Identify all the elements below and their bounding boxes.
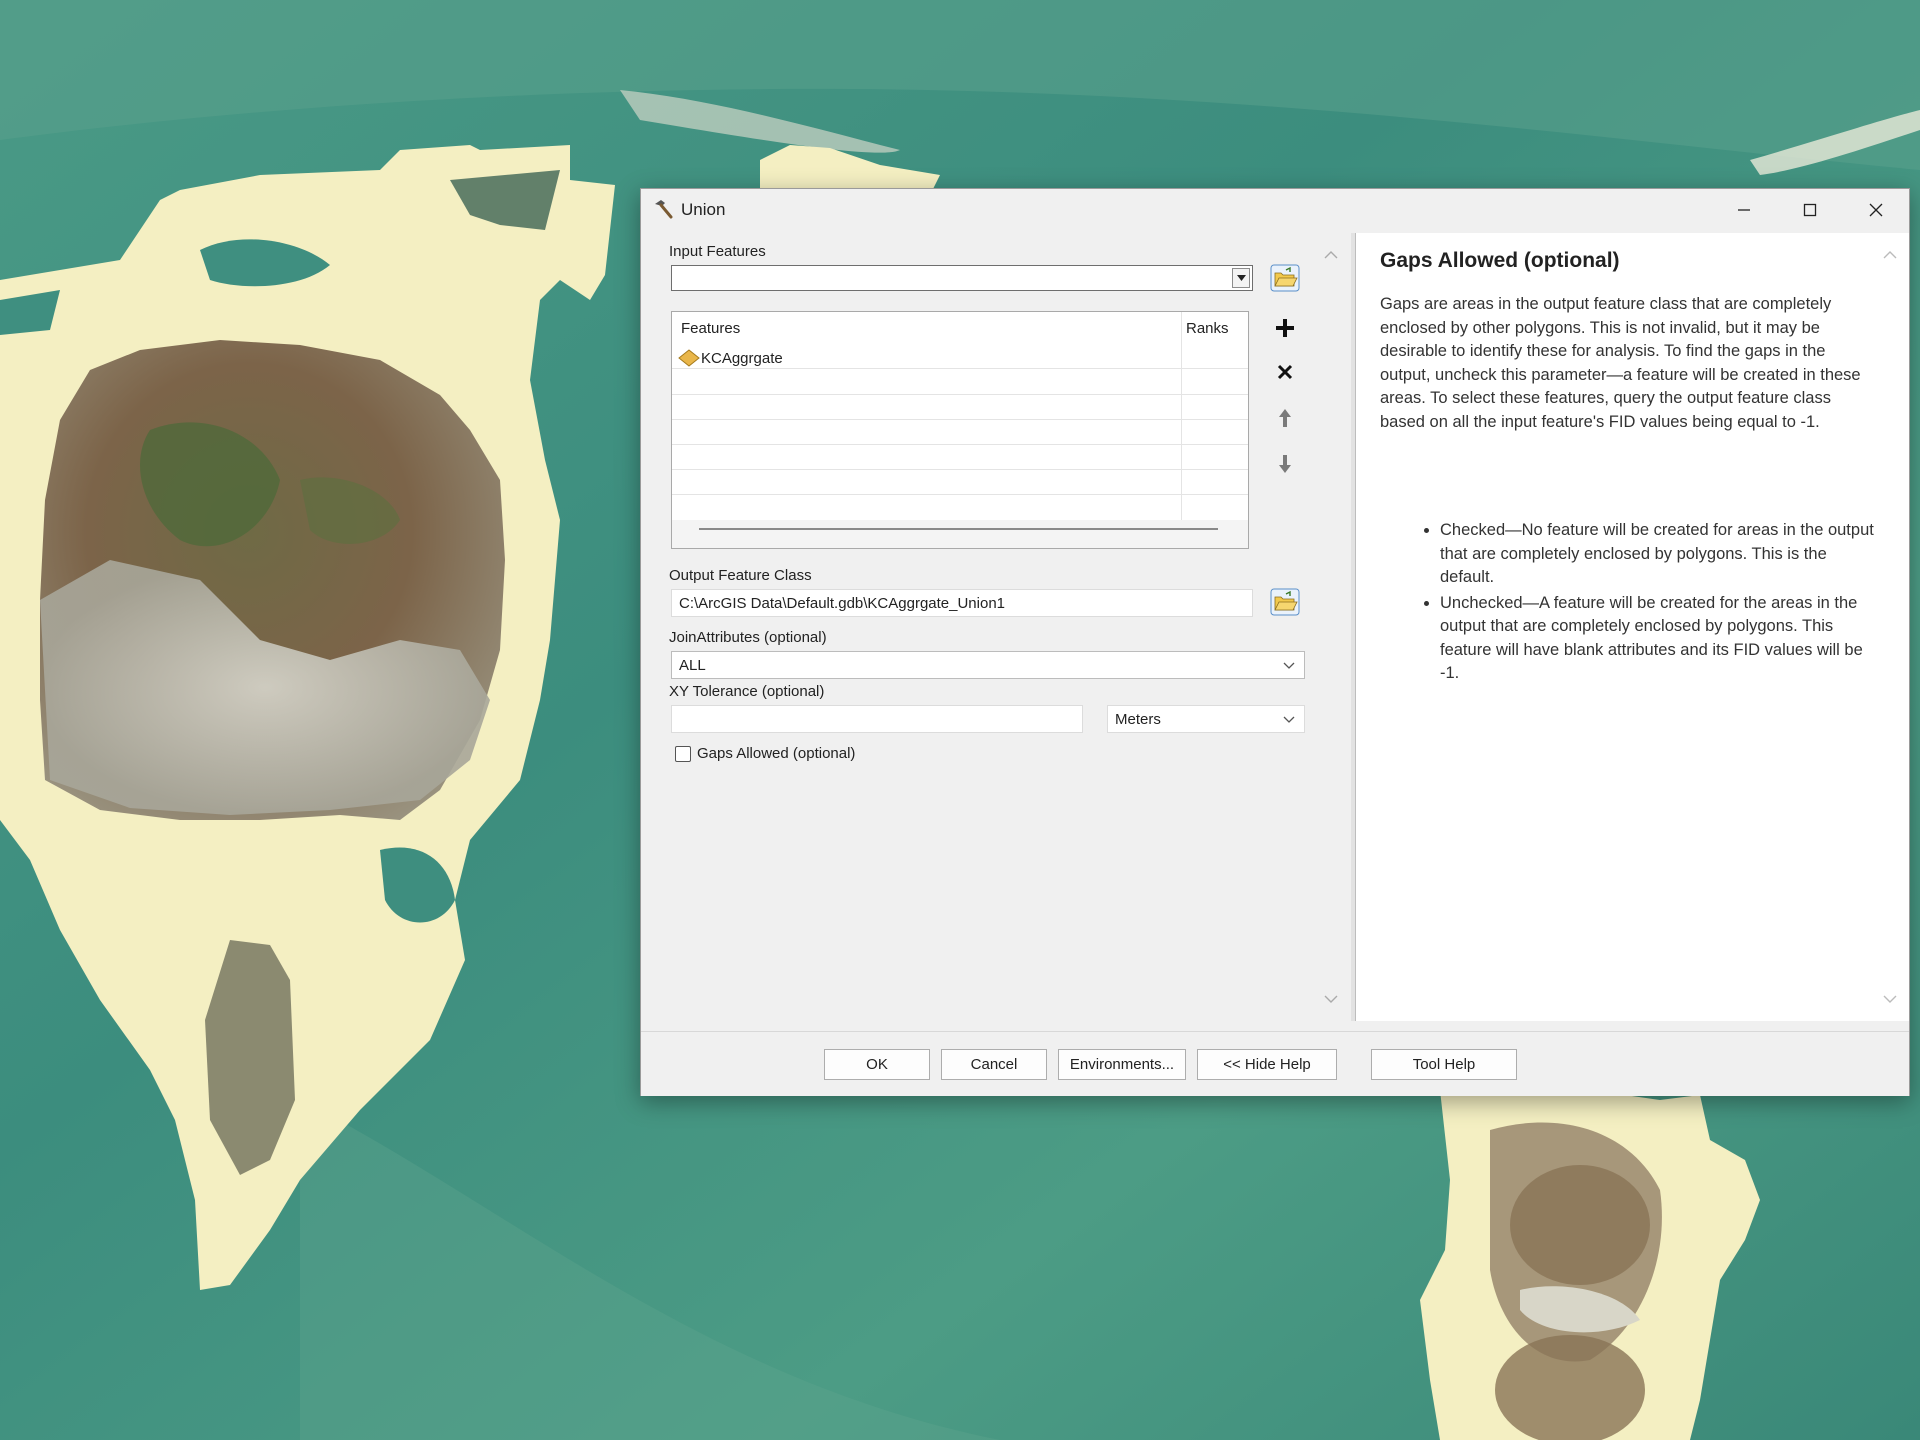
dialog-footer: OK Cancel Environments... << Hide Help T… xyxy=(641,1031,1909,1096)
scrollbar-thumb[interactable] xyxy=(699,528,1218,530)
vegetation-patch xyxy=(1510,1165,1650,1285)
environments-button[interactable]: Environments... xyxy=(1058,1049,1186,1080)
column-header-features: Features xyxy=(681,320,741,337)
minimize-icon xyxy=(1738,209,1750,211)
hide-help-button[interactable]: << Hide Help xyxy=(1197,1049,1337,1080)
output-feature-class-input[interactable]: C:\ArcGIS Data\Default.gdb\KCAggrgate_Un… xyxy=(671,589,1253,617)
arrow-up-icon xyxy=(1279,409,1291,427)
join-attributes-select[interactable]: ALL xyxy=(671,651,1305,679)
join-attributes-value: ALL xyxy=(679,657,706,674)
column-separator xyxy=(1181,312,1182,522)
chevron-down-icon xyxy=(1283,662,1295,669)
scroll-up-icon[interactable] xyxy=(1323,249,1339,261)
plus-icon xyxy=(1276,319,1294,337)
tool-help-button[interactable]: Tool Help xyxy=(1371,1049,1517,1080)
table-scrollbar[interactable] xyxy=(672,520,1248,548)
scroll-down-icon[interactable] xyxy=(1882,993,1898,1005)
browse-input-button[interactable] xyxy=(1269,261,1301,295)
xy-tolerance-label: XY Tolerance (optional) xyxy=(669,683,825,700)
help-bullet-unchecked: Unchecked—A feature will be created for … xyxy=(1440,592,1880,686)
title-bar[interactable]: Union xyxy=(641,189,1909,231)
input-features-label: Input Features xyxy=(669,243,766,260)
input-features-dropdown[interactable] xyxy=(1232,268,1250,288)
caret-down-icon xyxy=(1236,275,1246,281)
remove-feature-button[interactable] xyxy=(1269,355,1301,389)
maximize-button[interactable] xyxy=(1777,189,1843,231)
row-separator xyxy=(672,394,1248,395)
feature-name: KCAggrgate xyxy=(701,349,783,367)
row-separator xyxy=(672,469,1248,470)
help-bullet-checked: Checked—No feature will be created for a… xyxy=(1440,519,1880,590)
scroll-down-icon[interactable] xyxy=(1323,993,1339,1005)
add-feature-button[interactable] xyxy=(1269,311,1301,345)
join-attributes-label: JoinAttributes (optional) xyxy=(669,629,827,646)
output-feature-class-value: C:\ArcGIS Data\Default.gdb\KCAggrgate_Un… xyxy=(679,595,1006,612)
window-title: Union xyxy=(681,200,726,219)
folder-open-icon xyxy=(1270,588,1300,616)
output-feature-class-label: Output Feature Class xyxy=(669,567,812,584)
scroll-up-icon[interactable] xyxy=(1882,249,1898,261)
help-pane: Gaps Allowed (optional) Gaps are areas i… xyxy=(1355,233,1909,1021)
move-up-button[interactable] xyxy=(1269,401,1301,435)
folder-open-icon xyxy=(1270,264,1300,292)
row-separator xyxy=(672,444,1248,445)
gaps-allowed-label[interactable]: Gaps Allowed (optional) xyxy=(697,745,855,762)
row-separator xyxy=(672,368,1248,369)
minimize-button[interactable] xyxy=(1711,189,1777,231)
xy-tolerance-unit-select[interactable]: Meters xyxy=(1107,705,1305,733)
gaps-allowed-checkbox[interactable] xyxy=(675,746,691,762)
move-down-button[interactable] xyxy=(1269,447,1301,481)
chevron-down-icon xyxy=(1283,716,1295,723)
row-separator xyxy=(672,419,1248,420)
table-row[interactable]: KCAggrgate xyxy=(678,348,783,368)
close-icon xyxy=(1869,203,1883,217)
maximize-icon xyxy=(1803,203,1817,217)
polygon-layer-icon xyxy=(678,349,700,367)
features-table[interactable]: Features Ranks KCAggrgate xyxy=(671,311,1249,549)
browse-output-button[interactable] xyxy=(1269,585,1301,619)
ok-button[interactable]: OK xyxy=(824,1049,930,1080)
help-bullet-list: Checked—No feature will be created for a… xyxy=(1380,519,1880,688)
vegetation-patch xyxy=(1495,1335,1645,1440)
help-paragraph: Gaps are areas in the output feature cla… xyxy=(1380,295,1861,431)
row-separator xyxy=(672,494,1248,495)
cancel-button[interactable]: Cancel xyxy=(941,1049,1047,1080)
xy-tolerance-input[interactable] xyxy=(671,705,1083,733)
parameters-pane: Input Features Features Ranks KCAggrgate… xyxy=(641,233,1351,1021)
x-icon xyxy=(1277,364,1293,380)
xy-tolerance-unit-value: Meters xyxy=(1115,711,1161,728)
arrow-down-icon xyxy=(1279,455,1291,473)
union-tool-dialog: Union Input Features Features Ranks KCAg… xyxy=(640,188,1910,1096)
hammer-icon xyxy=(651,197,677,223)
column-header-ranks: Ranks xyxy=(1186,320,1229,337)
close-button[interactable] xyxy=(1843,189,1909,231)
input-features-combo[interactable] xyxy=(671,265,1253,291)
help-title: Gaps Allowed (optional) xyxy=(1380,249,1620,272)
